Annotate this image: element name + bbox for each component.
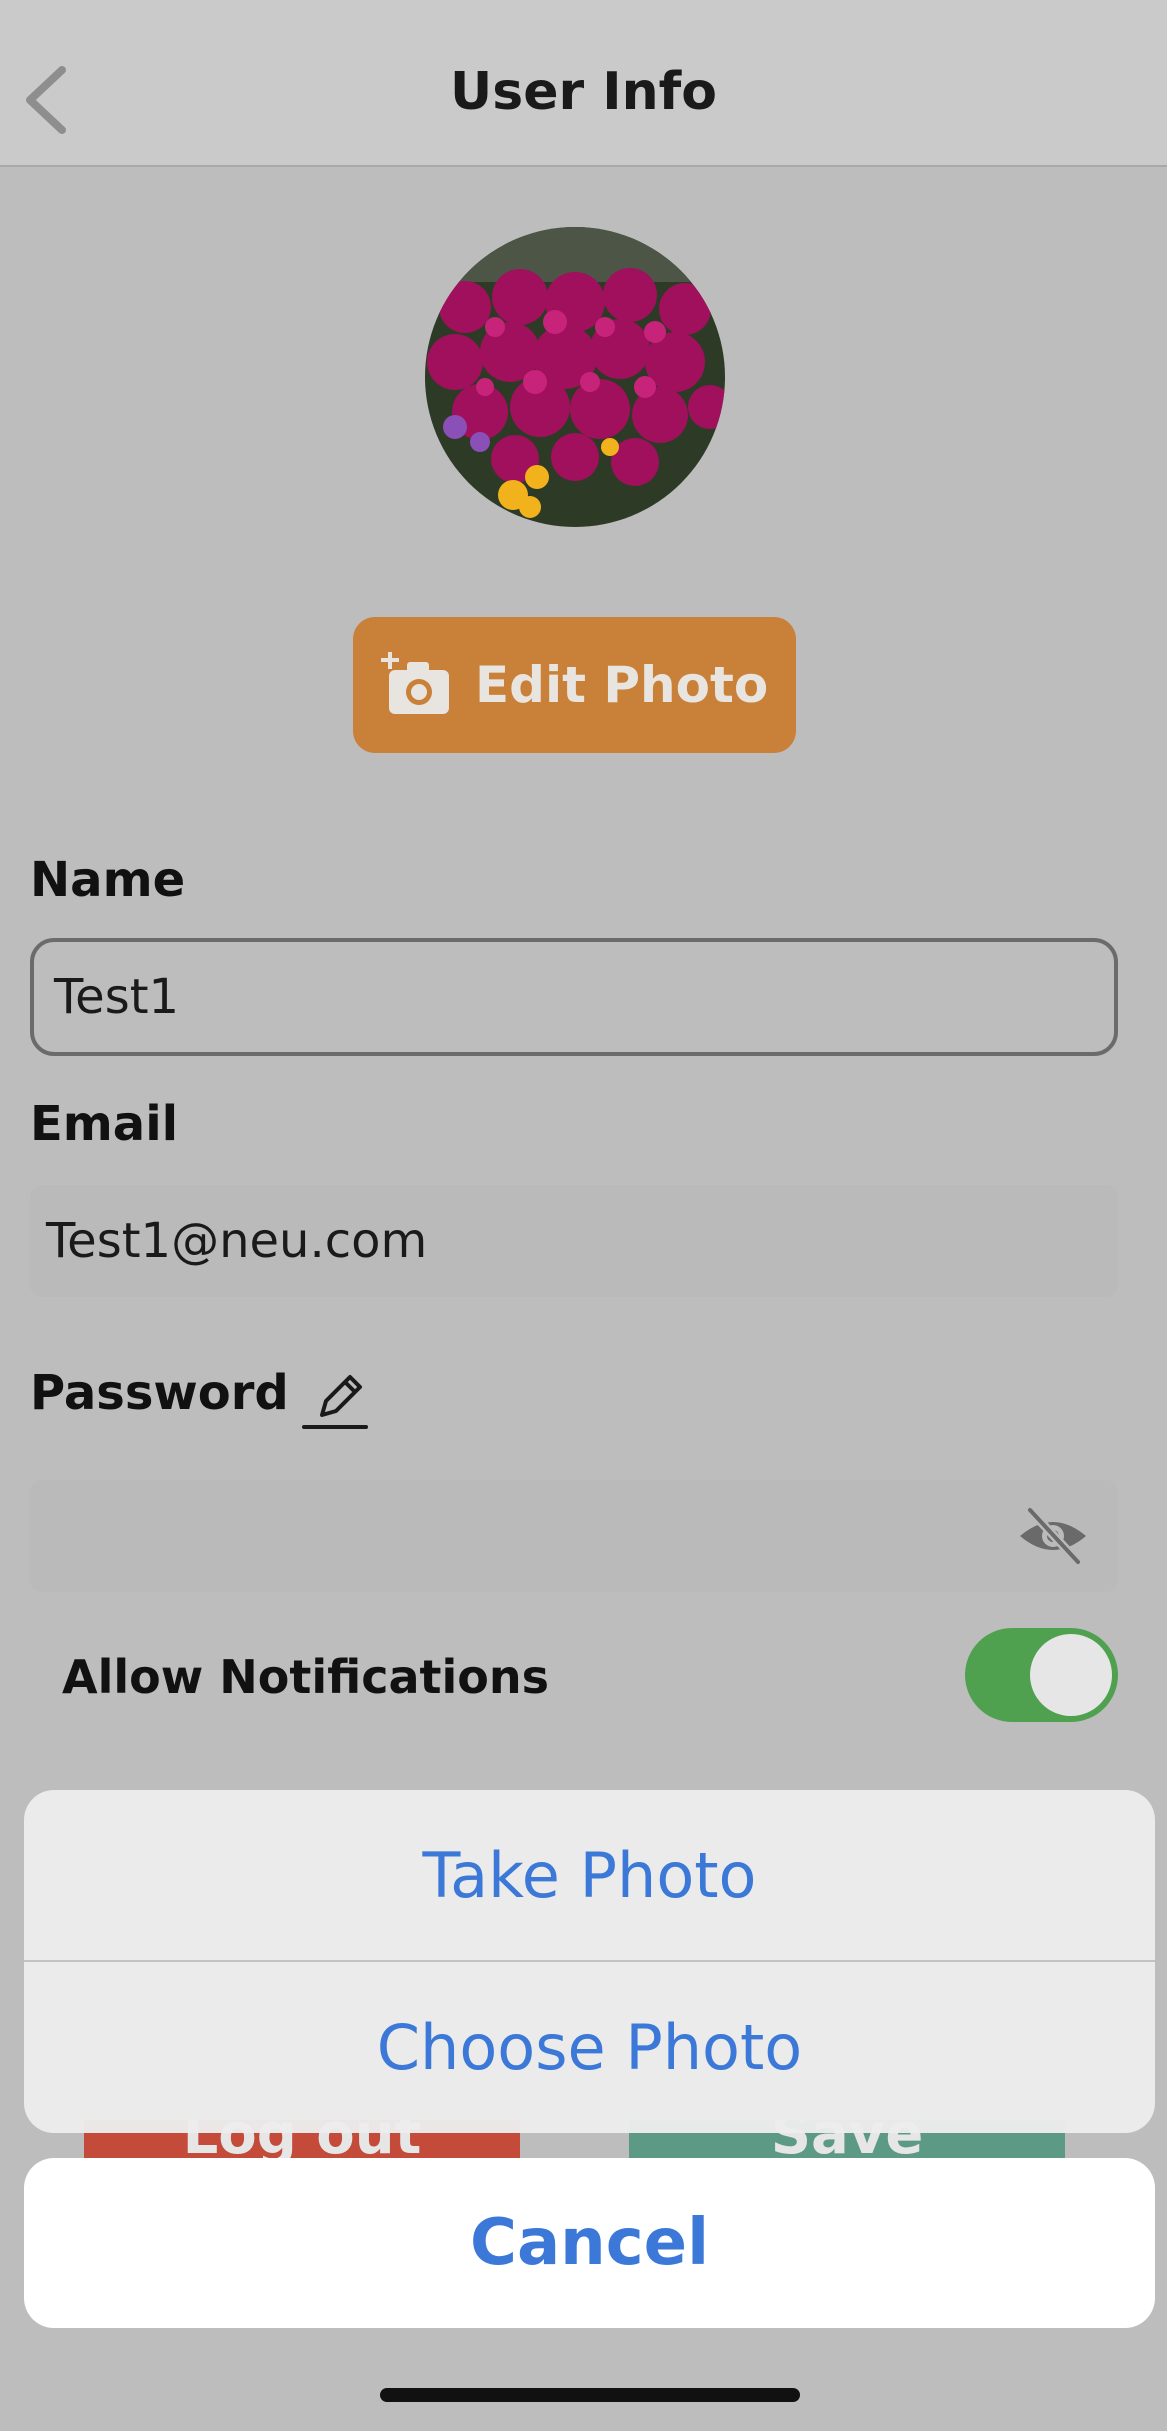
email-label: Email — [30, 1096, 179, 1152]
edit-photo-button[interactable]: Edit Photo — [353, 617, 796, 753]
password-label: Password — [30, 1365, 289, 1421]
password-field — [30, 1480, 1118, 1592]
name-label: Name — [30, 852, 186, 908]
edit-password-button[interactable] — [302, 1365, 372, 1435]
choose-photo-option[interactable]: Choose Photo — [24, 1962, 1155, 2132]
cancel-button[interactable]: Cancel — [24, 2158, 1155, 2328]
notifications-label: Allow Notifications — [62, 1650, 549, 1704]
home-indicator — [380, 2388, 800, 2402]
email-field: Test1@neu.com — [30, 1185, 1118, 1297]
notifications-toggle[interactable] — [965, 1628, 1118, 1722]
take-photo-option[interactable]: Take Photo — [24, 1790, 1155, 1960]
page-title: User Info — [450, 62, 717, 122]
photo-action-sheet: Take Photo Choose Photo — [24, 1790, 1155, 2133]
name-input[interactable]: Test1 — [30, 938, 1118, 1056]
camera-plus-icon — [381, 652, 449, 714]
eye-slash-icon — [1020, 1505, 1086, 1567]
toggle-password-visibility[interactable] — [1016, 1502, 1090, 1570]
edit-photo-label: Edit Photo — [475, 656, 769, 714]
profile-photo — [425, 227, 725, 527]
navigation-header: User Info — [0, 0, 1167, 167]
toggle-knob — [1030, 1634, 1112, 1716]
pencil-icon — [302, 1375, 368, 1429]
